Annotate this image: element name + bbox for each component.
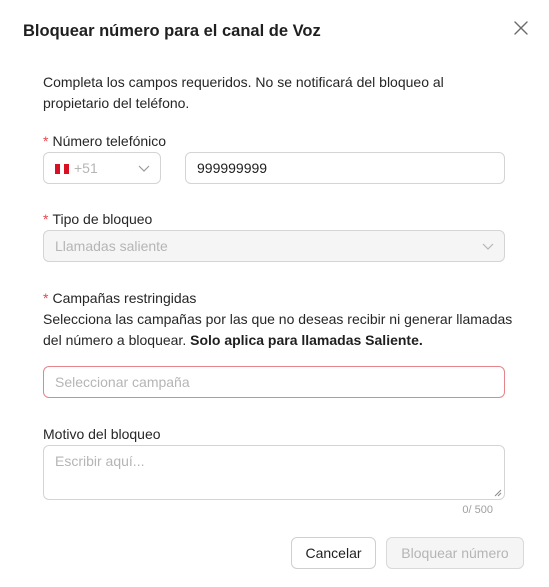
chevron-down-icon [482,243,494,250]
campaigns-description: Selecciona las campañas por las que no d… [43,309,513,351]
block-type-value: Llamadas saliente [55,238,168,254]
reason-field[interactable] [43,445,505,500]
block-type-label-row: * Tipo de bloqueo [43,211,152,227]
country-code-value: +51 [74,160,98,176]
resize-handle-icon[interactable] [494,489,502,497]
reason-label: Motivo del bloqueo [43,426,161,442]
close-icon[interactable] [511,18,531,38]
phone-number-field[interactable] [185,152,505,184]
dialog-intro-text: Completa los campos requeridos. No se no… [43,74,444,111]
block-type-label: Tipo de bloqueo [52,211,153,227]
required-mark: * [43,133,49,149]
required-mark: * [43,211,49,227]
campaign-select-input[interactable] [44,367,504,397]
phone-label-row: * Número telefónico [43,133,166,149]
campaign-select[interactable] [43,366,505,398]
block-number-dialog: Bloquear número para el canal de Voz Com… [0,0,549,587]
campaigns-description-bold: Solo aplica para llamadas Saliente. [190,332,423,348]
peru-flag-icon [55,164,70,174]
character-counter: 0/ 500 [462,504,493,516]
block-type-select[interactable]: Llamadas saliente [43,230,505,262]
campaigns-label: Campañas restringidas [52,290,197,306]
campaigns-label-row: * Campañas restringidas [43,290,196,306]
block-number-button[interactable]: Bloquear número [386,537,524,569]
phone-label: Número telefónico [52,133,167,149]
phone-number-input[interactable] [186,153,504,183]
reason-textarea[interactable] [44,446,504,499]
dialog-title: Bloquear número para el canal de Voz [23,22,321,40]
country-code-select[interactable]: +51 [43,152,161,184]
required-mark: * [43,290,49,306]
cancel-button[interactable]: Cancelar [291,537,376,569]
chevron-down-icon [138,165,150,172]
